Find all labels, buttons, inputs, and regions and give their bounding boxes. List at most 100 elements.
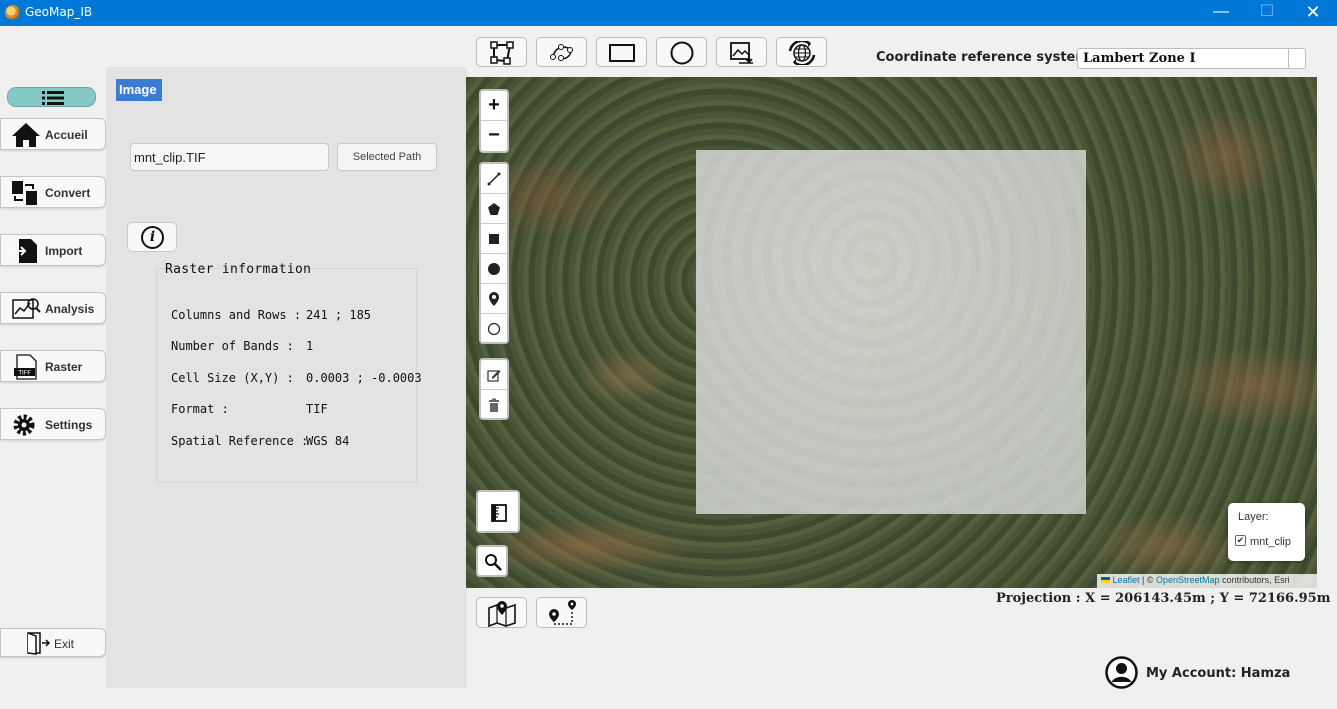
map-search-button[interactable] [476,545,508,577]
import-icon [13,239,37,263]
zoom-control: + − [479,89,509,153]
svg-text:TIFF: TIFF [17,370,31,377]
raster-info-key: Format : [171,402,229,416]
sidebar-item-import[interactable]: Import [0,234,106,266]
draw-polygon-button[interactable] [481,194,507,224]
maximize-button[interactable]: ☐ [1244,0,1290,26]
raster-info-value: TIF [306,402,328,416]
list-icon [42,91,64,105]
draw-marker-button[interactable] [481,284,507,314]
edit-icon [487,370,501,382]
map-marker-icon [489,292,499,306]
map-pin-icon [488,601,516,627]
raster-info-key: Cell Size (X,Y) : [171,371,294,385]
info-button[interactable]: i [127,222,177,252]
raster-info-key: Spatial Reference : [171,434,309,448]
layer-name: mnt_clip [1250,536,1291,548]
draw-circlemarker-button[interactable] [481,314,507,344]
info-icon: i [141,226,164,249]
selected-path-button[interactable]: Selected Path [337,143,437,171]
draw-circle-button[interactable] [481,254,507,284]
minimize-button[interactable]: — [1198,0,1244,26]
gear-icon [13,414,35,436]
exit-button[interactable]: Exit [0,628,106,657]
sidebar-item-analysis[interactable]: Analysis [0,292,106,324]
tiff-icon: TIFF [14,354,37,380]
crs-select[interactable]: Lambert Zone I [1077,48,1306,69]
polyline-button[interactable] [536,37,587,67]
zoom-out-button[interactable]: − [481,121,507,151]
layer-checkbox[interactable]: ✔ [1235,535,1246,546]
convert-icon [12,181,37,205]
square-icon [489,234,499,244]
draw-polyline-button[interactable] [481,164,507,194]
user-avatar-icon[interactable] [1105,656,1138,689]
title-bar: GeoMap_IB — ☐ ✕ [0,0,1337,26]
menu-toggle-button[interactable] [7,87,96,107]
exit-icon [27,632,51,655]
window-title: GeoMap_IB [25,5,93,19]
raster-info-value: 1 [306,339,314,353]
sidebar-item-convert[interactable]: Convert [0,176,106,208]
exit-label: Exit [54,637,75,651]
sidebar-item-accueil[interactable]: Accueil [0,118,106,150]
osm-link[interactable]: OpenStreetMap [1156,575,1220,585]
raster-info-value: WGS 84 [306,434,350,448]
pentagon-icon [488,203,500,215]
crs-selected-value: Lambert Zone I [1083,51,1196,66]
sidebar-item-label: Analysis [45,302,95,316]
circle-outline-icon [487,322,501,336]
circle-icon [670,41,694,65]
polyline-icon [487,172,501,186]
home-icon [12,123,40,147]
rectangle-icon [609,44,635,62]
map-view[interactable] [466,77,1317,588]
map-attribution: Leaflet | © OpenStreetMap contributors, … [1097,574,1317,588]
close-button[interactable]: ✕ [1290,0,1336,26]
filled-circle-icon [488,263,500,275]
panel-title: Image [116,79,162,101]
export-image-button[interactable] [716,37,767,67]
layer-control-title: Layer: [1238,511,1269,523]
raster-info-value: 241 ; 185 [306,308,372,322]
attribution-text: contributors, Esri [1219,575,1290,585]
raster-info-key: Number of Bands : [171,339,294,353]
file-name-field[interactable] [130,143,329,171]
layer-control: Layer: ✔ mnt_clip [1228,503,1305,561]
circle-button[interactable] [656,37,707,67]
sidebar-item-label: Import [45,244,83,258]
raster-overlay [696,150,1086,514]
ruler-button[interactable] [476,490,520,533]
map-pin-button[interactable] [476,597,527,628]
analysis-icon [12,298,41,319]
route-button[interactable] [536,597,587,628]
leaflet-link[interactable]: Leaflet [1113,575,1140,585]
sidebar-item-settings[interactable]: Settings [0,408,106,440]
raster-info-value: 0.0003 ; -0.0003 [306,371,422,385]
rectangle-button[interactable] [596,37,647,67]
sidebar-item-label: Settings [45,418,93,432]
polygon-edit-button[interactable] [476,37,527,67]
route-pins-icon [549,600,576,625]
projection-readout: Projection : X = 206143.45m ; Y = 72166.… [996,591,1331,606]
account-label[interactable]: My Account: Hamza [1146,666,1290,681]
app-logo-icon [5,5,20,20]
search-icon [485,554,502,571]
sidebar-item-label: Raster [45,360,83,374]
edit-layers-button[interactable] [481,360,507,390]
chevron-down-icon[interactable] [1288,49,1305,68]
reproject-button[interactable] [776,37,827,67]
draw-rectangle-button[interactable] [481,224,507,254]
raster-info-title: Raster information [165,262,312,277]
ukraine-flag-icon [1101,577,1110,583]
draw-toolbar [479,162,509,344]
delete-layers-button[interactable] [481,390,507,420]
ruler-icon [491,504,507,522]
attribution-separator: | © [1139,575,1157,585]
polygon-vertices-icon [490,41,514,65]
globe-refresh-icon [788,41,816,65]
raster-info-key: Columns and Rows : [171,308,302,322]
zoom-in-button[interactable]: + [481,91,507,121]
sidebar-item-raster[interactable]: TIFF Raster [0,350,106,382]
image-download-icon [730,42,753,64]
